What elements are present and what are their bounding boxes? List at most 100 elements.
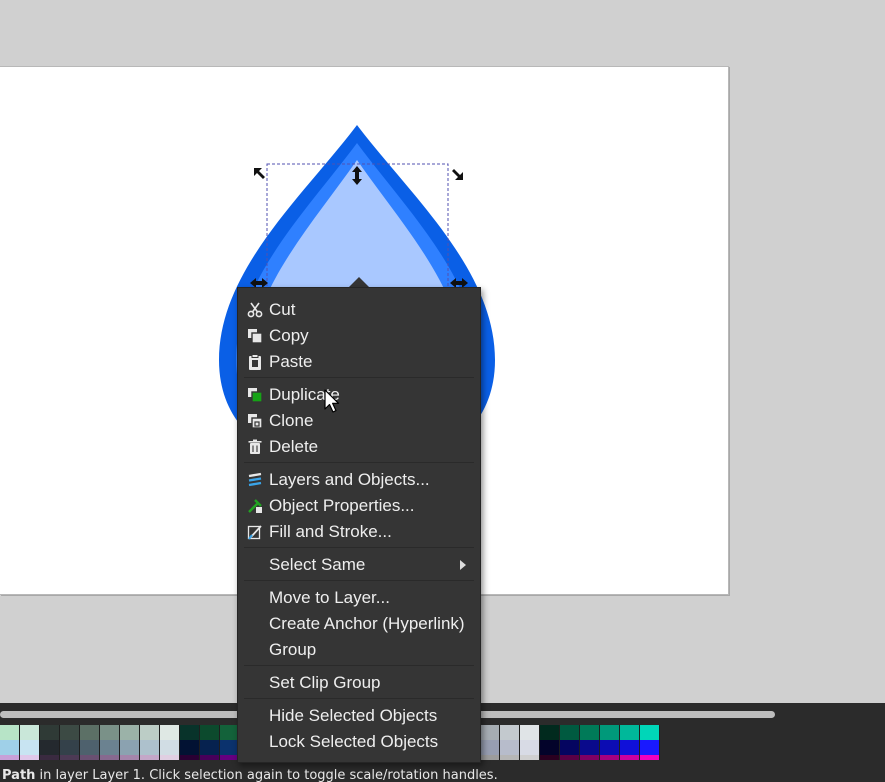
color-swatch[interactable] [60, 725, 80, 740]
color-swatch[interactable] [520, 740, 540, 755]
color-swatch[interactable] [100, 725, 120, 740]
color-swatch[interactable] [40, 725, 60, 740]
color-swatch[interactable] [600, 755, 620, 760]
color-swatch[interactable] [0, 755, 20, 760]
color-swatch[interactable] [80, 755, 100, 760]
color-swatch[interactable] [0, 725, 20, 740]
menu-item-paste[interactable]: Paste [238, 349, 480, 375]
color-swatch[interactable] [140, 725, 160, 740]
color-swatch[interactable] [500, 725, 520, 740]
color-swatch[interactable] [640, 725, 660, 740]
color-swatch[interactable] [560, 755, 580, 760]
color-swatch[interactable] [140, 740, 160, 755]
color-swatch[interactable] [540, 725, 560, 740]
menu-item-label: Delete [269, 437, 319, 456]
color-swatch[interactable] [40, 740, 60, 755]
color-swatch[interactable] [620, 740, 640, 755]
status-message: in layer Layer 1. Click selection again … [35, 768, 498, 782]
color-swatch[interactable] [620, 755, 640, 760]
color-swatch[interactable] [580, 725, 600, 740]
copy-icon [247, 328, 263, 344]
menu-item-set-clip-group[interactable]: Set Clip Group [238, 670, 480, 696]
color-swatch[interactable] [560, 725, 580, 740]
color-swatch[interactable] [480, 755, 500, 760]
menu-item-label: Layers and Objects... [269, 470, 430, 489]
menu-item-group[interactable]: Group [238, 637, 480, 663]
menu-item-lock-selected-objects[interactable]: Lock Selected Objects [238, 729, 480, 755]
duplicate-icon [247, 387, 263, 403]
fill-stroke-icon [247, 524, 263, 540]
color-swatch[interactable] [120, 725, 140, 740]
menu-separator [244, 547, 474, 548]
color-swatch[interactable] [520, 755, 540, 760]
color-swatch[interactable] [480, 725, 500, 740]
paste-icon [247, 354, 263, 370]
menu-item-layers-and-objects[interactable]: Layers and Objects... [238, 467, 480, 493]
color-swatch[interactable] [40, 755, 60, 760]
color-swatch[interactable] [180, 755, 200, 760]
color-swatch[interactable] [640, 740, 660, 755]
color-swatch[interactable] [60, 755, 80, 760]
color-swatch[interactable] [0, 740, 20, 755]
menu-item-label: Create Anchor (Hyperlink) [269, 614, 465, 633]
color-swatch[interactable] [100, 755, 120, 760]
menu-item-label: Clone [269, 411, 314, 430]
menu-item-select-same[interactable]: Select Same [238, 552, 480, 578]
scale-handle-top-right [452, 169, 463, 180]
color-swatch[interactable] [640, 755, 660, 760]
menu-item-label: Copy [269, 326, 309, 345]
color-swatch[interactable] [600, 725, 620, 740]
color-swatch[interactable] [80, 725, 100, 740]
menu-item-duplicate[interactable]: Duplicate [238, 382, 480, 408]
color-swatch[interactable] [620, 725, 640, 740]
status-object-type: Path [2, 768, 36, 782]
color-swatch[interactable] [600, 740, 620, 755]
color-swatch[interactable] [580, 740, 600, 755]
color-swatch[interactable] [160, 725, 180, 740]
color-swatch[interactable] [200, 740, 220, 755]
color-swatch[interactable] [60, 740, 80, 755]
menu-item-copy[interactable]: Copy [238, 323, 480, 349]
color-swatch[interactable] [100, 740, 120, 755]
color-swatch[interactable] [500, 755, 520, 760]
trash-icon [247, 439, 263, 455]
menu-separator [244, 698, 474, 699]
color-swatch[interactable] [20, 740, 40, 755]
scale-handle-top-left [254, 168, 265, 179]
color-swatch[interactable] [540, 740, 560, 755]
menu-item-clone[interactable]: Clone [238, 408, 480, 434]
menu-item-label: Select Same [269, 555, 366, 574]
color-swatch[interactable] [160, 755, 180, 760]
menu-item-fill-and-stroke[interactable]: Fill and Stroke... [238, 519, 480, 545]
color-swatch[interactable] [120, 740, 140, 755]
color-swatch[interactable] [120, 755, 140, 760]
context-menu: Cut Copy Paste Duplicate Clone Delete Layers a… [237, 287, 481, 763]
color-swatch[interactable] [560, 740, 580, 755]
menu-item-hide-selected-objects[interactable]: Hide Selected Objects [238, 703, 480, 729]
color-swatch[interactable] [520, 725, 540, 740]
menu-item-create-anchor-hyperlink[interactable]: Create Anchor (Hyperlink) [238, 611, 480, 637]
color-swatch[interactable] [160, 740, 180, 755]
menu-item-object-properties[interactable]: Object Properties... [238, 493, 480, 519]
color-swatch[interactable] [180, 740, 200, 755]
color-swatch[interactable] [80, 740, 100, 755]
color-swatch[interactable] [180, 725, 200, 740]
color-swatch[interactable] [540, 755, 560, 760]
menu-item-cut[interactable]: Cut [238, 297, 480, 323]
color-swatch[interactable] [200, 755, 220, 760]
menu-item-label: Cut [269, 300, 296, 319]
color-swatch[interactable] [480, 740, 500, 755]
color-swatch[interactable] [200, 725, 220, 740]
menu-item-move-to-layer[interactable]: Move to Layer... [238, 585, 480, 611]
status-bar: Path in layer Layer 1. Click selection a… [0, 766, 885, 782]
color-swatch[interactable] [20, 725, 40, 740]
submenu-arrow-icon [460, 560, 466, 570]
color-swatch[interactable] [500, 740, 520, 755]
menu-item-label: Hide Selected Objects [269, 706, 438, 725]
color-swatch[interactable] [140, 755, 160, 760]
menu-item-label: Paste [269, 352, 313, 371]
color-swatch[interactable] [580, 755, 600, 760]
menu-item-delete[interactable]: Delete [238, 434, 480, 460]
color-swatch[interactable] [20, 755, 40, 760]
menu-separator [244, 580, 474, 581]
